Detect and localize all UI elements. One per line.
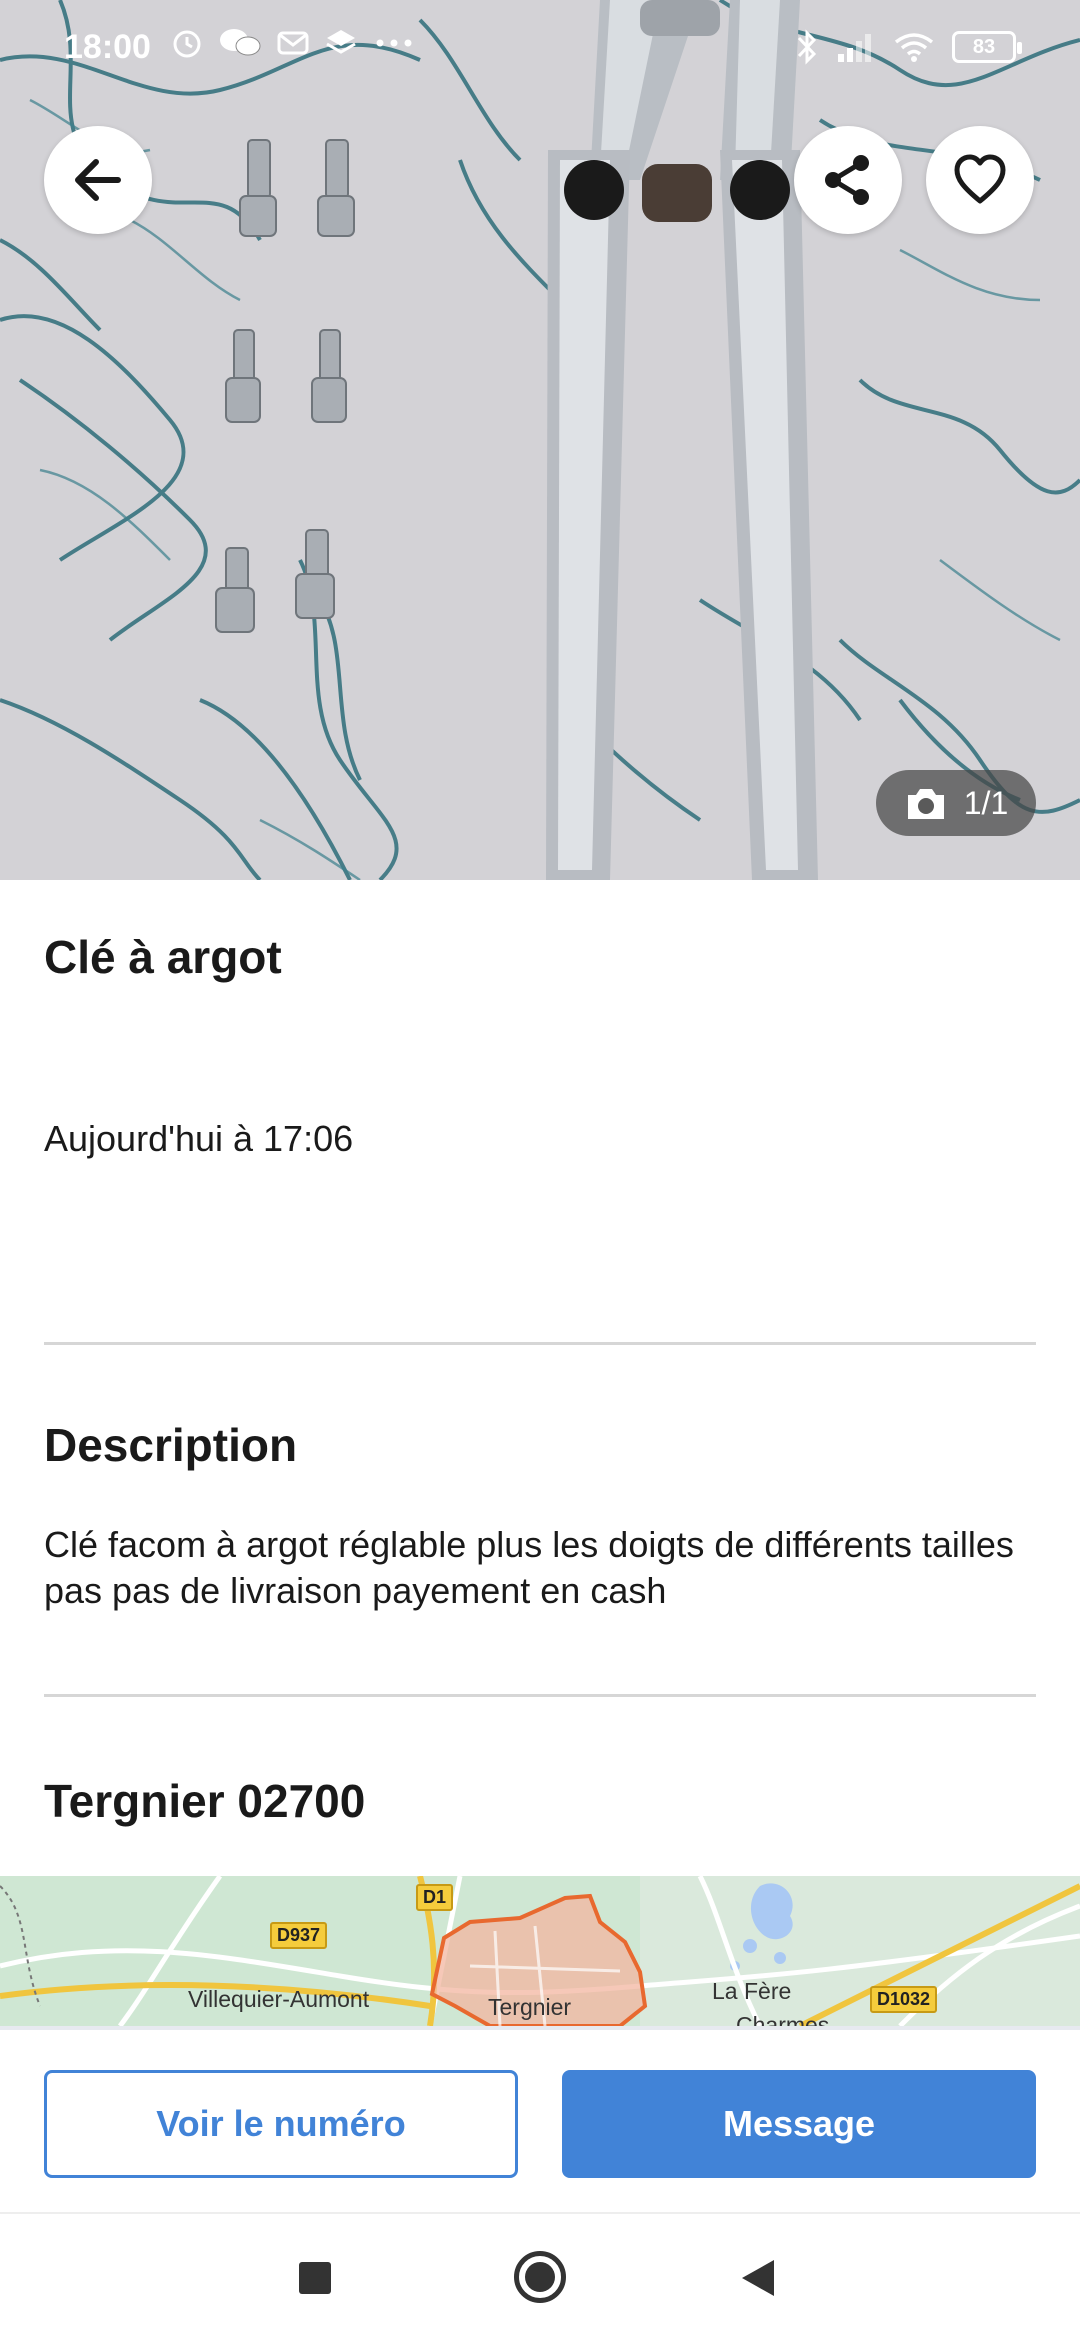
road-sign-d937: D937 — [270, 1922, 328, 1949]
signal-icon — [838, 34, 871, 62]
battery-level: 83 — [972, 35, 996, 58]
system-icons: 83 — [794, 28, 1022, 66]
map-label-lafere: La Fère — [712, 1978, 792, 2004]
layers-icon — [326, 30, 356, 54]
map-label-tergnier: Tergnier — [488, 1994, 572, 2020]
back-button[interactable] — [44, 126, 152, 234]
location-map[interactable]: D937 D1 D1032 Villequier-Aumont Tergnier… — [0, 1876, 1080, 2026]
description-text: Clé facom à argot réglable plus les doig… — [44, 1524, 1014, 1611]
recent-apps-icon[interactable] — [299, 2262, 331, 2294]
description-heading: Description — [44, 1419, 298, 1471]
listing-date: Aujourd'hui à 17:06 — [44, 1118, 354, 1159]
battery-icon: 83 — [952, 31, 1022, 63]
road-sign-d1032: D1032 — [870, 1986, 938, 2013]
notification-icons — [170, 26, 416, 60]
home-icon[interactable] — [514, 2251, 566, 2303]
wifi-icon — [894, 33, 934, 62]
photo-drawing — [0, 0, 1080, 880]
back-triangle-icon[interactable] — [742, 2260, 774, 2296]
bluetooth-icon — [797, 29, 817, 65]
heart-icon — [954, 154, 1006, 204]
map-label-charmes: Charmes — [736, 2012, 830, 2026]
location-heading: Tergnier 02700 — [44, 1775, 366, 1827]
road-sign-d1: D1 — [416, 1884, 454, 1911]
share-icon — [825, 155, 869, 205]
system-nav-bar — [0, 2212, 1080, 2340]
listing-page: 18:00 83 1/1 Clé à argot Aujourd'hui à 1… — [0, 0, 1080, 2340]
mail-icon — [277, 31, 309, 55]
chat-icon — [220, 29, 261, 56]
more-icon — [376, 39, 412, 47]
status-bar: 18:00 83 — [0, 0, 1080, 96]
photo-counter[interactable]: 1/1 — [876, 770, 1036, 836]
share-button[interactable] — [794, 126, 902, 234]
map-label-villequier: Villequier-Aumont — [188, 1986, 370, 2012]
listing-title: Clé à argot — [44, 931, 282, 983]
show-phone-button[interactable]: Voir le numéro — [44, 2070, 518, 2178]
divider — [44, 1342, 1036, 1345]
favorite-button[interactable] — [926, 126, 1034, 234]
status-time: 18:00 — [64, 28, 151, 66]
divider — [44, 1694, 1036, 1697]
photo-counter-text: 1/1 — [963, 784, 1009, 821]
listing-photo[interactable]: 18:00 83 1/1 — [0, 0, 1080, 880]
action-bar: Voir le numéro Message — [0, 2026, 1080, 2212]
alarm-icon — [173, 30, 201, 58]
message-button[interactable]: Message — [562, 2070, 1036, 2178]
camera-icon — [907, 789, 944, 819]
arrow-left-icon — [75, 159, 121, 201]
